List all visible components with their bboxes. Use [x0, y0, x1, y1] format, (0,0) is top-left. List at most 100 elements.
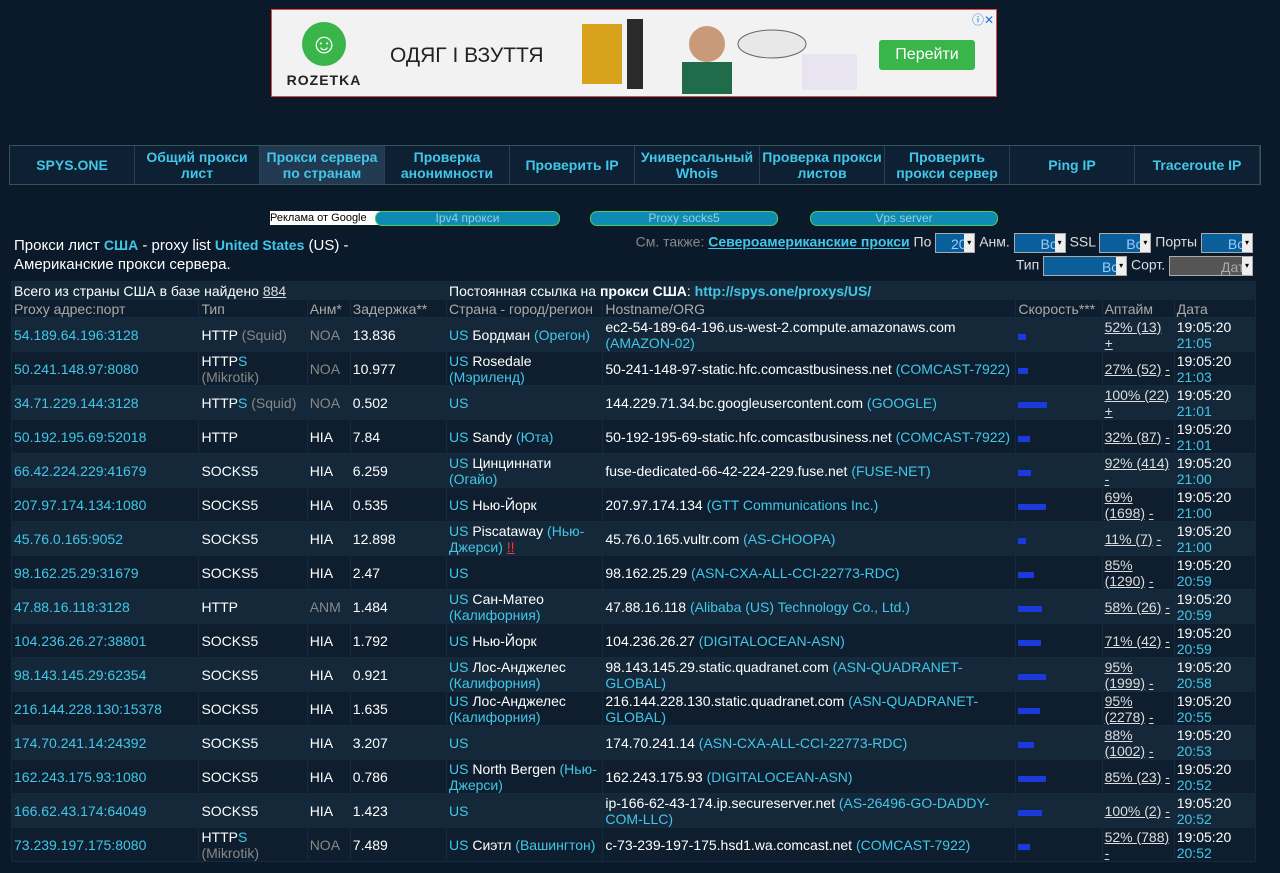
proxy-address[interactable]: 47.88.16.118:3128: [14, 599, 130, 615]
hostname-cell: 50-192-195-69-static.hfc.comcastbusiness…: [602, 419, 1017, 454]
uptime-sign[interactable]: -: [1149, 505, 1154, 521]
ipv4-proxy-link[interactable]: Ipv4 прокси: [375, 211, 560, 226]
country-code[interactable]: US: [449, 565, 468, 581]
uptime[interactable]: 52% (788): [1105, 829, 1170, 845]
nav-traceroute-ip[interactable]: Traceroute IP: [1135, 146, 1260, 184]
north-america-link[interactable]: Североамериканские прокси: [708, 234, 909, 250]
uptime-sign[interactable]: +: [1105, 335, 1113, 351]
country-code[interactable]: US: [449, 633, 468, 649]
proxy-address[interactable]: 50.241.148.97:8080: [14, 361, 139, 377]
uptime-sign[interactable]: -: [1149, 675, 1154, 691]
ad-banner[interactable]: ☺ ROZETKA ОДЯГ І ВЗУТТЯ Перейти ⓘ✕: [271, 9, 997, 97]
uptime-sign[interactable]: -: [1105, 471, 1110, 487]
nav-anonymity-check[interactable]: Проверка анонимности: [385, 146, 510, 184]
country-code[interactable]: US: [449, 395, 468, 411]
country-code[interactable]: US: [449, 497, 468, 513]
uptime-sign[interactable]: -: [1165, 361, 1170, 377]
nav-general-proxy-list[interactable]: Общий прокси лист: [135, 146, 260, 184]
table-row: 45.76.0.165:9052 SOCKS5 HIA 12.898 US Pisca…: [10, 521, 1257, 556]
nav-proxy-list-check[interactable]: Проверка прокси листов: [760, 146, 885, 184]
uptime[interactable]: 32% (87): [1105, 429, 1162, 445]
country-code[interactable]: US: [449, 837, 468, 853]
uptime-sign[interactable]: -: [1165, 803, 1170, 819]
proxy-address[interactable]: 98.143.145.29:62354: [14, 667, 146, 683]
country-code[interactable]: US: [449, 353, 468, 369]
uptime-sign[interactable]: -: [1149, 743, 1154, 759]
uptime[interactable]: 69% (1698): [1105, 489, 1145, 521]
uptime[interactable]: 52% (13): [1105, 319, 1162, 335]
uptime[interactable]: 85% (23): [1105, 769, 1162, 785]
uptime-sign[interactable]: -: [1149, 573, 1154, 589]
ad-close-icon[interactable]: ⓘ✕: [972, 11, 994, 28]
total-count[interactable]: 884: [263, 283, 286, 299]
uptime[interactable]: 100% (2): [1105, 803, 1162, 819]
uptime[interactable]: 58% (26): [1105, 599, 1162, 615]
uptime-sign[interactable]: -: [1165, 633, 1170, 649]
vps-server-link[interactable]: Vps server: [810, 211, 998, 226]
proxy-address[interactable]: 216.144.228.130:15378: [14, 701, 162, 717]
country-code[interactable]: US: [449, 523, 468, 539]
proxy-address[interactable]: 50.192.195.69:52018: [14, 429, 146, 445]
proxy-address[interactable]: 162.243.175.93:1080: [14, 769, 146, 785]
proxy-address[interactable]: 166.62.43.174:64049: [14, 803, 146, 819]
nav-proxy-server-check[interactable]: Проверить прокси сервер: [885, 146, 1010, 184]
uptime[interactable]: 100% (22): [1105, 387, 1170, 403]
proxy-address[interactable]: 207.97.174.134:1080: [14, 497, 146, 513]
uptime[interactable]: 95% (1999): [1105, 659, 1145, 691]
rozetka-logo[interactable]: ☺ ROZETKA: [284, 22, 364, 92]
proxy-address[interactable]: 73.239.197.175:8080: [14, 837, 146, 853]
ad-slogan: ОДЯГ І ВЗУТТЯ: [390, 44, 544, 67]
uptime-sign[interactable]: -: [1165, 429, 1170, 445]
warning-mark[interactable]: !!: [507, 539, 515, 555]
google-ad-label[interactable]: Реклама от Google: [270, 211, 380, 225]
sort-select[interactable]: Дате ▾: [1169, 256, 1253, 276]
proxy-address[interactable]: 34.71.229.144:3128: [14, 395, 139, 411]
uptime[interactable]: 11% (7): [1105, 531, 1153, 547]
nav-ping-ip[interactable]: Ping IP: [1010, 146, 1135, 184]
uptime[interactable]: 92% (414): [1105, 455, 1170, 471]
uptime-sign[interactable]: -: [1165, 769, 1170, 785]
uptime[interactable]: 71% (42): [1105, 633, 1162, 649]
uptime[interactable]: 85% (1290): [1105, 557, 1145, 589]
uptime[interactable]: 88% (1002): [1105, 727, 1145, 759]
proxy-address[interactable]: 45.76.0.165:9052: [14, 531, 123, 547]
permalink-url[interactable]: http://spys.one/proxys/US/: [695, 283, 872, 299]
type-select[interactable]: Все ▾: [1043, 256, 1128, 276]
country-code[interactable]: US: [449, 693, 468, 709]
proxy-address[interactable]: 104.236.26.27:38801: [14, 633, 146, 649]
nav-spys-one[interactable]: SPYS.ONE: [10, 146, 135, 184]
uptime[interactable]: 95% (2278): [1105, 693, 1145, 725]
org: (AS-CHOOPA): [743, 530, 836, 547]
uptime-sign[interactable]: +: [1105, 403, 1113, 419]
anm-cell: ANM: [306, 589, 351, 624]
uptime-sign[interactable]: -: [1105, 845, 1110, 861]
nav-whois[interactable]: Универсальный Whois: [635, 146, 760, 184]
ssl-select[interactable]: Все ▾: [1099, 233, 1152, 253]
uptime[interactable]: 27% (52): [1105, 361, 1162, 377]
country-code[interactable]: US: [449, 591, 468, 607]
proxy-address[interactable]: 66.42.224.229:41679: [14, 463, 146, 479]
country-code[interactable]: US: [449, 659, 468, 675]
ad-go-button[interactable]: Перейти: [879, 40, 975, 70]
country-cell: US Сан-Матео (Калифорния): [445, 589, 604, 624]
nav-check-ip[interactable]: Проверить IP: [510, 146, 635, 184]
uptime-sign[interactable]: -: [1165, 599, 1170, 615]
socks5-proxy-link[interactable]: Proxy socks5: [590, 211, 778, 226]
anonymity: HIA: [309, 462, 334, 479]
country-code[interactable]: US: [449, 429, 468, 445]
ports-select[interactable]: Все ▾: [1201, 233, 1253, 253]
country-code[interactable]: US: [449, 735, 468, 751]
uptime-sign[interactable]: -: [1156, 531, 1161, 547]
per-page-select[interactable]: 200 ▾: [935, 233, 976, 253]
proxy-address[interactable]: 174.70.241.14:24392: [14, 735, 146, 751]
uptime-sign[interactable]: -: [1149, 709, 1154, 725]
country-code[interactable]: US: [449, 803, 468, 819]
country-code[interactable]: US: [449, 327, 468, 343]
proxy-address[interactable]: 54.189.64.196:3128: [14, 327, 139, 343]
country-code[interactable]: US: [449, 455, 468, 471]
proxy-address[interactable]: 98.162.25.29:31679: [14, 565, 139, 581]
nav-proxy-by-country[interactable]: Прокси сервера по странам: [260, 146, 385, 184]
org: (COMCAST-7922): [855, 836, 971, 853]
anm-select[interactable]: Все ▾: [1013, 233, 1066, 253]
country-code[interactable]: US: [449, 761, 468, 777]
